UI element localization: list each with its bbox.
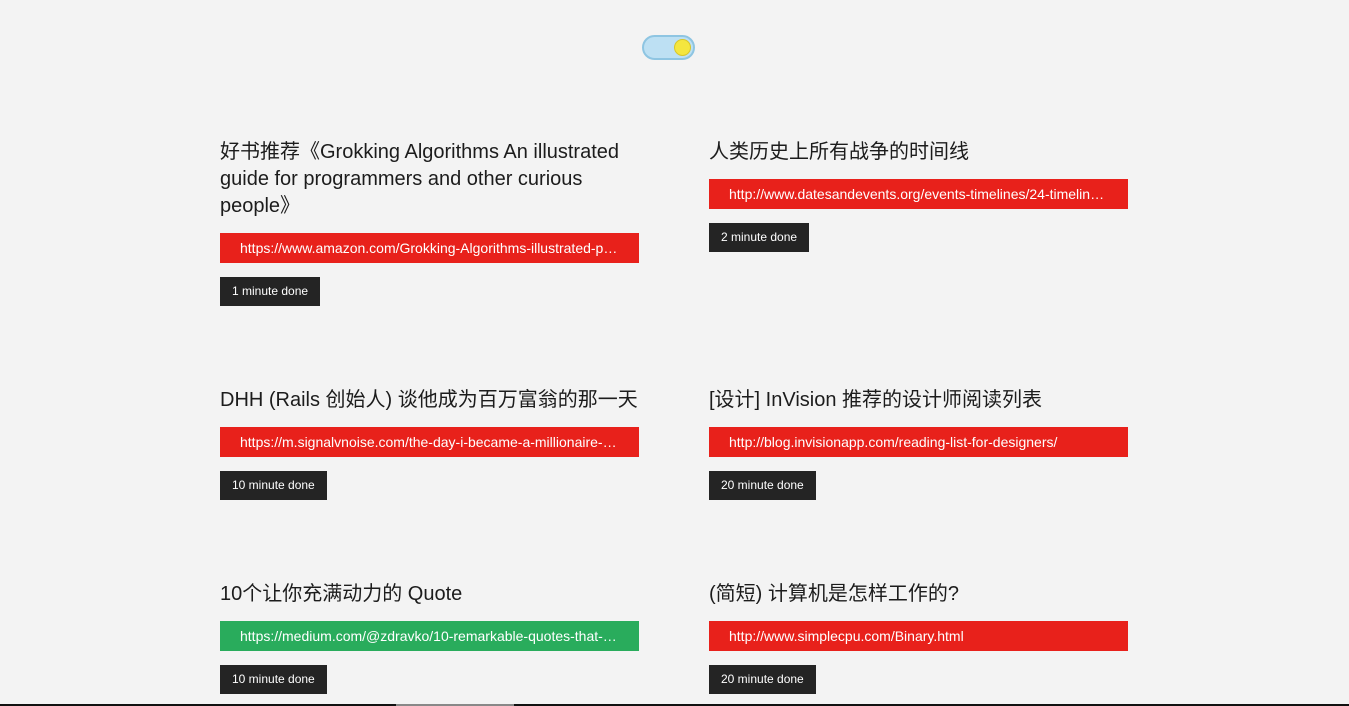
time-badge[interactable]: 1 minute done — [220, 277, 321, 306]
time-badge[interactable]: 10 minute done — [220, 665, 327, 694]
reading-card: [设计] InVision 推荐的设计师阅读列表 http://blog.inv… — [709, 387, 1128, 500]
theme-toggle[interactable] — [642, 35, 695, 60]
card-title: 好书推荐《Grokking Algorithms An illustrated … — [220, 141, 620, 217]
reading-card: (简短) 计算机是怎样工作的? http://www.simplecpu.com… — [709, 581, 1128, 694]
card-title: (简短) 计算机是怎样工作的? — [709, 583, 959, 605]
toggle-knob — [674, 39, 691, 56]
time-badge[interactable]: 2 minute done — [709, 223, 810, 252]
card-link[interactable]: https://medium.com/@zdravko/10-remarkabl… — [220, 621, 639, 651]
time-badge[interactable]: 20 minute done — [709, 665, 816, 694]
reading-card: 人类历史上所有战争的时间线 http://www.datesandevents.… — [709, 139, 1128, 252]
time-badge[interactable]: 20 minute done — [709, 471, 816, 500]
card-title: 人类历史上所有战争的时间线 — [709, 141, 969, 163]
card-link[interactable]: https://m.signalvnoise.com/the-day-i-bec… — [220, 427, 639, 457]
card-link[interactable]: http://www.simplecpu.com/Binary.html — [709, 621, 1128, 651]
card-title: 10个让你充满动力的 Quote — [220, 583, 463, 605]
card-link[interactable]: http://blog.invisionapp.com/reading-list… — [709, 427, 1128, 457]
time-badge[interactable]: 10 minute done — [220, 471, 327, 500]
card-title: DHH (Rails 创始人) 谈他成为百万富翁的那一天 — [220, 389, 638, 411]
reading-card: 10个让你充满动力的 Quote https://medium.com/@zdr… — [220, 581, 639, 694]
card-title: [设计] InVision 推荐的设计师阅读列表 — [709, 389, 1043, 411]
card-link[interactable]: http://www.datesandevents.org/events-tim… — [709, 179, 1128, 209]
reading-card: 好书推荐《Grokking Algorithms An illustrated … — [220, 139, 639, 306]
reading-card: DHH (Rails 创始人) 谈他成为百万富翁的那一天 https://m.s… — [220, 387, 639, 500]
card-link[interactable]: https://www.amazon.com/Grokking-Algorith… — [220, 233, 639, 263]
